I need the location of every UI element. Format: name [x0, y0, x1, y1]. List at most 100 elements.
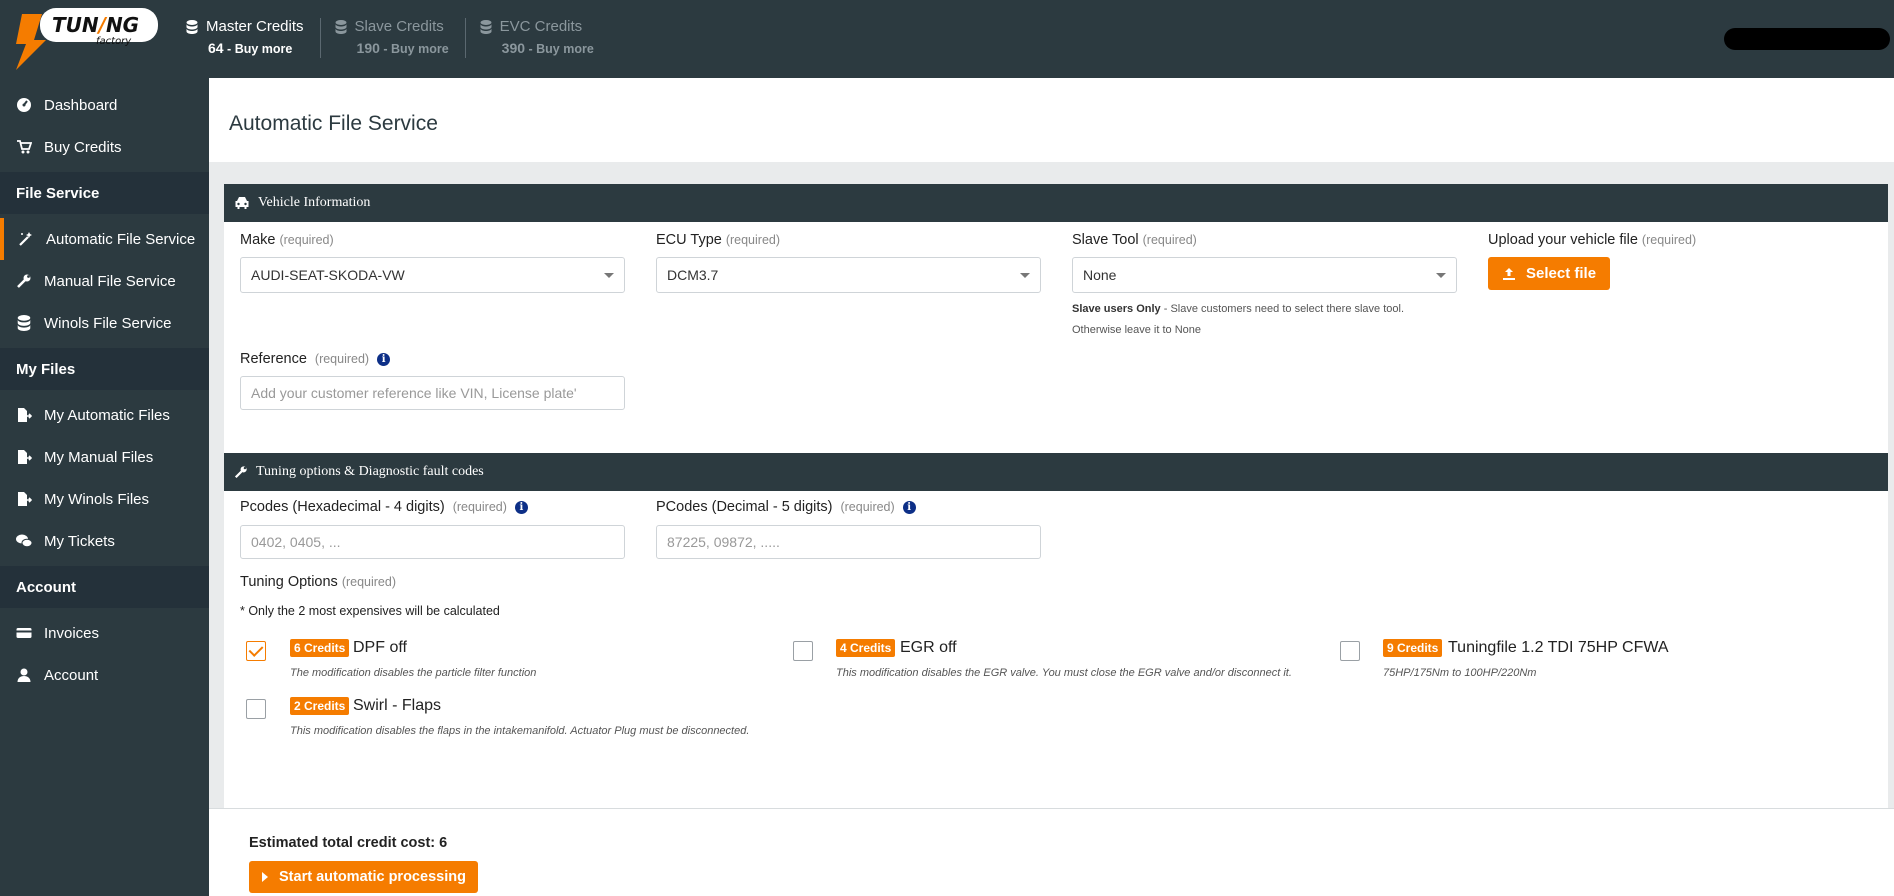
master-credits-title: Master Credits — [206, 18, 304, 35]
info-icon[interactable]: i — [514, 500, 528, 514]
info-icon[interactable]: i — [902, 500, 916, 514]
top-bar: TUN/NG factory Master Credits 64 - Buy m… — [0, 0, 1894, 78]
sidebar-item-winols-file-service[interactable]: Winols File Service — [0, 302, 209, 344]
tuning-factory-logo[interactable]: TUN/NG factory — [12, 4, 162, 72]
cart-icon — [17, 140, 32, 154]
wrench-icon — [234, 466, 247, 479]
credit-badge: 6 Credits — [290, 639, 350, 657]
sidebar-item-invoices[interactable]: Invoices — [0, 612, 209, 654]
credit-summary: Master Credits 64 - Buy more Slave Credi… — [186, 18, 624, 58]
info-icon[interactable]: i — [377, 352, 391, 366]
sidebar-section-my-files: My Files — [0, 348, 209, 390]
chevron-down-icon — [604, 273, 614, 278]
evc-buy-more-link[interactable]: Buy more — [536, 42, 594, 56]
ecu-type-label: ECU Type (required) — [656, 232, 781, 248]
sidebar-item-my-manual-files[interactable]: My Manual Files — [0, 436, 209, 478]
tuning-options-panel: Tuning options & Diagnostic fault codes … — [224, 453, 1888, 808]
pcodes-hex-label: Pcodes (Hexadecimal - 4 digits) (required… — [240, 499, 528, 515]
car-icon — [235, 197, 249, 209]
database-icon — [335, 19, 347, 34]
tuningfile-checkbox[interactable] — [1340, 641, 1360, 661]
file-export-icon — [18, 408, 32, 422]
option-name: Swirl - Flaps — [353, 697, 442, 714]
sidebar-item-my-tickets[interactable]: My Tickets — [0, 520, 209, 562]
svg-text:factory: factory — [96, 36, 132, 47]
sidebar-item-automatic-file-service[interactable]: Automatic File Service — [0, 218, 209, 260]
reference-input[interactable]: Add your customer reference like VIN, Li… — [240, 376, 625, 410]
make-label: Make (required) — [240, 232, 334, 248]
sidebar-item-dashboard[interactable]: Dashboard — [0, 84, 209, 126]
magic-wand-icon — [19, 232, 32, 246]
master-buy-more-link[interactable]: Buy more — [235, 42, 293, 56]
sidebar: Dashboard Buy Credits File Service Autom… — [0, 78, 209, 896]
estimated-credit-cost: Estimated total credit cost: 6 — [249, 835, 448, 851]
svg-text:TUN/NG: TUN/NG — [52, 13, 139, 37]
chevron-down-icon — [1020, 273, 1030, 278]
tuning-panel-title: Tuning options & Diagnostic fault codes — [256, 464, 484, 479]
page-title: Automatic File Service — [229, 112, 438, 135]
sidebar-item-buy-credits[interactable]: Buy Credits — [0, 126, 209, 168]
sidebar-item-my-automatic-files[interactable]: My Automatic Files — [0, 394, 209, 436]
slave-credits: Slave Credits 190 - Buy more — [335, 18, 466, 58]
slave-tool-label: Slave Tool (required) — [1072, 232, 1197, 248]
user-menu[interactable] — [1724, 28, 1890, 50]
evc-credits: EVC Credits 390 - Buy more — [480, 18, 610, 58]
credit-badge: 4 Credits — [836, 639, 896, 657]
vehicle-panel-title: Vehicle Information — [258, 195, 371, 210]
page-header: Automatic File Service — [209, 78, 1894, 162]
sidebar-item-manual-file-service[interactable]: Manual File Service — [0, 260, 209, 302]
ecu-type-select[interactable]: DCM3.7 — [656, 257, 1041, 293]
upload-icon — [1503, 267, 1515, 280]
option-description: 75HP/175Nm to 100HP/220Nm — [1383, 667, 1537, 679]
file-export-icon — [18, 450, 32, 464]
database-icon — [186, 19, 198, 34]
sidebar-section-account: Account — [0, 566, 209, 608]
pcodes-hex-input[interactable]: 0402, 0405, ... — [240, 525, 625, 559]
option-description: This modification disables the flaps in … — [290, 725, 750, 737]
slave-credits-title: Slave Credits — [354, 18, 444, 35]
database-icon — [480, 19, 492, 34]
evc-credits-amount: 390 — [501, 40, 526, 56]
gauge-icon — [17, 98, 31, 112]
vehicle-panel-header: Vehicle Information — [224, 184, 1888, 222]
credit-badge: 9 Credits — [1383, 639, 1443, 657]
sidebar-item-my-winols-files[interactable]: My Winols Files — [0, 478, 209, 520]
start-processing-button[interactable]: Start automatic processing — [249, 861, 478, 893]
vehicle-information-panel: Vehicle Information Make (required) AUDI-… — [224, 184, 1888, 453]
credit-badge: 2 Credits — [290, 697, 350, 715]
master-credits-amount: 64 — [208, 40, 224, 56]
tuning-options-label: Tuning Options (required) — [240, 574, 396, 590]
option-description: The modification disables the particle f… — [290, 667, 537, 679]
user-icon — [17, 668, 31, 682]
sidebar-item-account[interactable]: Account — [0, 654, 209, 696]
slave-buy-more-link[interactable]: Buy more — [391, 42, 449, 56]
make-select[interactable]: AUDI-SEAT-SKODA-VW — [240, 257, 625, 293]
pcodes-dec-input[interactable]: 87225, 09872, ..... — [656, 525, 1041, 559]
database-icon — [17, 315, 31, 331]
slave-credits-amount: 190 — [356, 40, 380, 56]
reference-label: Reference (required) i — [240, 351, 391, 367]
master-credits: Master Credits 64 - Buy more — [186, 18, 321, 58]
evc-credits-title: EVC Credits — [499, 18, 583, 35]
sidebar-section-file-service: File Service — [0, 172, 209, 214]
chevron-down-icon — [1436, 273, 1446, 278]
wrench-icon — [17, 274, 31, 288]
credit-card-icon — [16, 628, 32, 638]
slave-tool-hint: Slave users Only - Slave customers need … — [1072, 303, 1405, 336]
option-name: EGR off — [900, 639, 957, 656]
option-name: Tuningfile 1.2 TDI 75HP CFWA — [1448, 639, 1669, 656]
dpf-off-checkbox[interactable] — [246, 641, 266, 661]
tuning-options-note: * Only the 2 most expensives will be cal… — [240, 604, 500, 618]
play-icon — [262, 872, 268, 882]
option-description: This modification disables the EGR valve… — [836, 667, 1292, 679]
slave-tool-select[interactable]: None — [1072, 257, 1457, 293]
file-export-icon — [18, 492, 32, 506]
swirl-flaps-checkbox[interactable] — [246, 699, 266, 719]
egr-off-checkbox[interactable] — [793, 641, 813, 661]
comments-icon — [16, 534, 32, 548]
option-name: DPF off — [353, 639, 407, 656]
submit-footer: Estimated total credit cost: 6 Start aut… — [209, 808, 1894, 896]
select-file-button[interactable]: Select file — [1488, 257, 1611, 290]
pcodes-dec-label: PCodes (Decimal - 5 digits) (required) i — [656, 499, 916, 515]
tuning-panel-header: Tuning options & Diagnostic fault codes — [224, 453, 1888, 491]
